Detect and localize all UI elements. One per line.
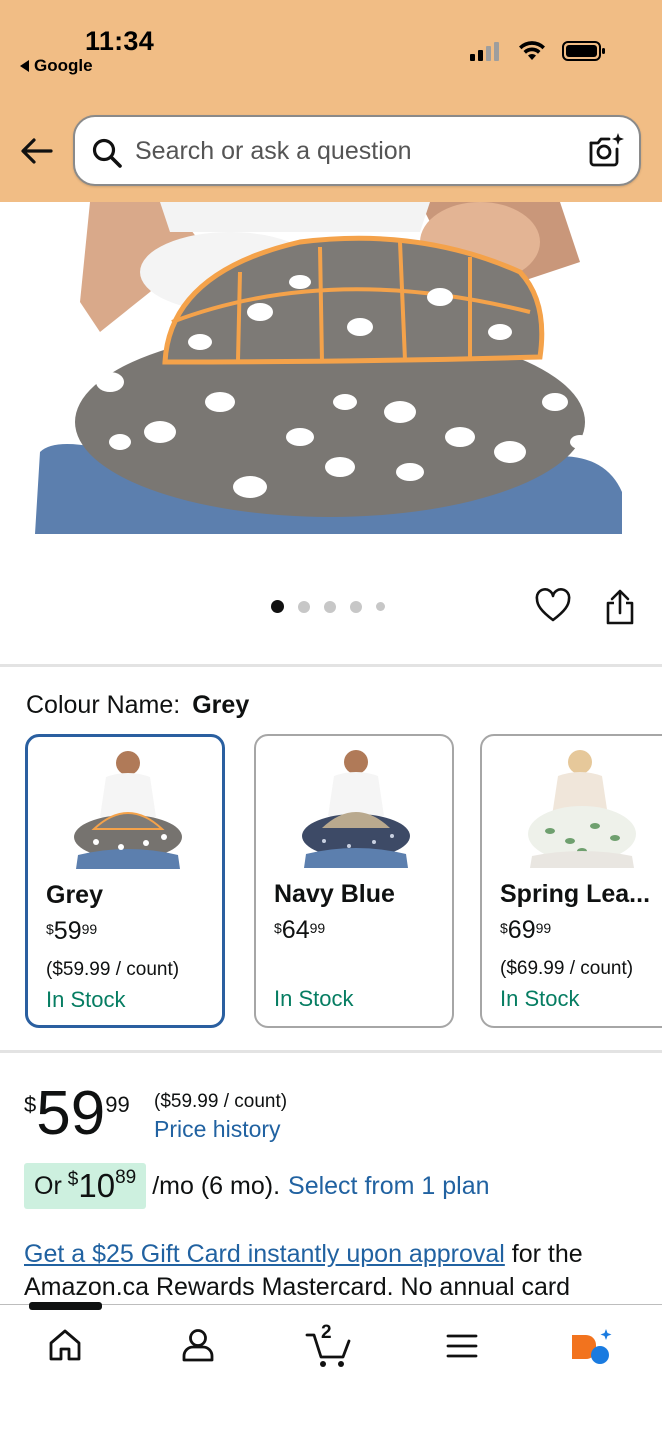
back-to-app-link[interactable]: Google (20, 56, 93, 76)
swatch-thumbnail (74, 751, 182, 869)
menu-icon[interactable] (445, 1331, 479, 1361)
monthly-suffix: /mo (6 mo). (152, 1171, 281, 1200)
swatch-name: Grey (46, 881, 103, 909)
monthly-deal-pill: Or $ 10 89 (24, 1163, 147, 1209)
search-bar[interactable] (73, 115, 641, 186)
section-divider (0, 1050, 662, 1053)
carousel-dot[interactable] (271, 600, 284, 613)
search-icon (92, 138, 122, 168)
variation-label: Colour Name: Grey (26, 691, 249, 720)
product-image[interactable] (0, 202, 662, 542)
wifi-icon (519, 41, 545, 60)
select-plan-link[interactable]: Select from 1 plan (288, 1172, 490, 1201)
search-input[interactable] (135, 129, 575, 173)
status-icons (470, 40, 606, 62)
monthly-payment-row: Or $ 10 89 /mo (6 mo). Select from 1 pla… (24, 1163, 490, 1209)
monthly-currency: $ (67, 1169, 79, 1190)
product-price: $ 59 99 (24, 1082, 130, 1146)
cart-count-badge: 2 (321, 1322, 332, 1343)
swatch-stock-status: In Stock (274, 986, 354, 1011)
swatch-price: $6999 (500, 916, 552, 944)
gift-card-offer: Get a $25 Gift Card instantly upon appro… (24, 1238, 644, 1304)
carousel-dot[interactable] (350, 600, 362, 613)
back-arrow-icon[interactable] (18, 132, 56, 170)
price-currency: $ (24, 1092, 37, 1117)
swatch-unit-price: ($69.99 / count) (500, 958, 634, 979)
monthly-prefix: Or (34, 1171, 62, 1200)
swatch-spring-leaves[interactable]: Spring Lea... $6999 ($69.99 / count) In … (480, 734, 662, 1028)
variation-label-text: Colour Name: (26, 691, 181, 719)
image-carousel-dots[interactable] (271, 600, 385, 613)
swatch-thumbnail (302, 750, 410, 868)
account-icon[interactable] (180, 1327, 216, 1363)
swatch-name: Navy Blue (274, 880, 395, 908)
battery-icon (562, 41, 605, 61)
swatch-navy-blue[interactable]: Navy Blue $6499 In Stock (254, 734, 454, 1028)
rufus-assistant-icon[interactable] (568, 1327, 614, 1367)
carousel-dot[interactable] (324, 600, 336, 613)
swatch-price: $6499 (274, 916, 326, 944)
app-header: 11:34 Google (0, 0, 662, 202)
cellular-signal-icon (470, 42, 499, 61)
swatch-grey[interactable]: Grey $5999 ($59.99 / count) In Stock (25, 734, 225, 1028)
variation-selected-value: Grey (192, 691, 250, 719)
swatch-thumbnail (528, 750, 636, 868)
swatch-name: Spring Lea... (500, 880, 651, 908)
monthly-amount-whole: 10 (78, 1167, 116, 1204)
price-fraction: 99 (105, 1092, 130, 1117)
swatch-unit-price: ($59.99 / count) (46, 959, 180, 980)
section-divider (0, 664, 662, 667)
back-app-label: Google (34, 56, 93, 75)
camera-search-icon[interactable] (587, 131, 625, 169)
carousel-dot[interactable] (298, 600, 310, 613)
price-whole: 59 (36, 1079, 106, 1148)
nursing-pillow-image (0, 202, 662, 542)
status-time: 11:34 (85, 26, 155, 56)
heart-icon[interactable] (535, 588, 571, 624)
home-icon[interactable] (47, 1327, 83, 1363)
swatch-stock-status: In Stock (500, 986, 580, 1011)
monthly-amount-fraction: 89 (115, 1167, 137, 1188)
swatch-price: $5999 (46, 917, 98, 945)
share-icon[interactable] (604, 588, 636, 626)
drag-handle[interactable] (29, 1302, 102, 1310)
back-triangle-icon (20, 60, 29, 72)
carousel-dot[interactable] (376, 602, 385, 611)
swatch-stock-status: In Stock (46, 987, 126, 1012)
price-history-link[interactable]: Price history (154, 1116, 281, 1143)
gift-card-link[interactable]: Get a $25 Gift Card instantly upon appro… (24, 1240, 505, 1268)
unit-price: ($59.99 / count) (154, 1091, 288, 1112)
